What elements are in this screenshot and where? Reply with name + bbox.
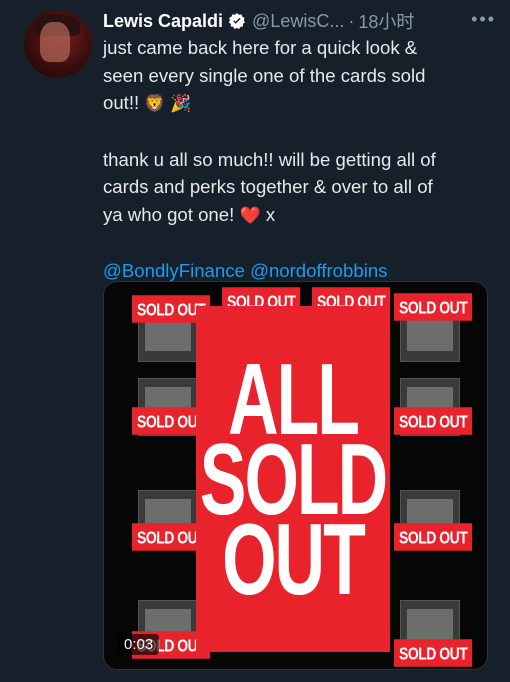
tweet-header: Lewis Capaldi @LewisC... · 18小时 ••• xyxy=(103,9,496,33)
video-timer: 0:03 xyxy=(118,634,160,655)
text-line: seen every single one of the cards sold xyxy=(103,64,426,86)
text-segment: out!! xyxy=(103,92,140,113)
sold-out-badge: SOLD OUT xyxy=(394,523,473,551)
text-segment: x xyxy=(265,203,276,225)
sold-out-badge: SOLD OUT xyxy=(394,407,473,435)
mention-link[interactable]: @BondlyFinance xyxy=(103,260,245,281)
text-line: just came back here for a quick look & xyxy=(103,37,418,58)
banner-line: OUT xyxy=(222,502,366,616)
verified-badge-icon xyxy=(228,13,245,30)
sold-out-badge: SOLD OUT xyxy=(394,293,473,321)
text-line: thank u all so much!! will be getting al… xyxy=(103,148,436,170)
sold-out-badge: SOLD OUT xyxy=(394,639,473,667)
text-line: ya who got one! ❤️ x xyxy=(103,201,498,230)
avatar-hand xyxy=(40,22,70,62)
all-sold-out-banner: ALL SOLD OUT xyxy=(196,306,390,652)
separator-dot: · xyxy=(348,10,355,31)
lion-party-emoji: 🦁 🎉 xyxy=(144,94,192,113)
author-name[interactable]: Lewis Capaldi xyxy=(103,11,223,32)
video-player[interactable]: SOLD OUT SOLD OUT SOLD OUT SOLD OU SOLD … xyxy=(103,281,488,670)
mention-link[interactable]: @nordoffrobbins xyxy=(250,260,387,281)
timestamp[interactable]: 18小时 xyxy=(358,8,414,34)
avatar[interactable] xyxy=(24,10,92,78)
sold-out-badge: SOLD OU xyxy=(132,407,203,435)
text-line: out!! 🦁 🎉 xyxy=(103,89,498,118)
more-options-icon[interactable]: ••• xyxy=(471,9,496,30)
tweet-text: just came back here for a quick look & s… xyxy=(103,34,498,285)
text-line: cards and perks together & over to all o… xyxy=(103,176,433,197)
author-handle[interactable]: @LewisC... xyxy=(252,11,344,32)
text-segment: ya who got one! xyxy=(103,203,235,225)
heart-emoji: ❤️ xyxy=(239,205,261,225)
